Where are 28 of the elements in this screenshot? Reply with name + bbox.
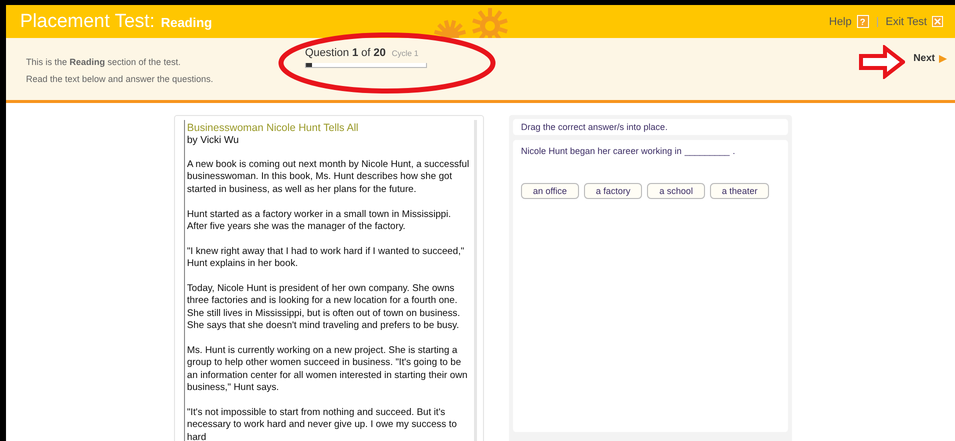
question-text: Nicole Hunt began her career working in [521, 146, 682, 156]
answer-chip[interactable]: a factory [584, 183, 642, 199]
help-link[interactable]: Help [829, 16, 852, 28]
close-icon[interactable] [932, 16, 943, 27]
test-title: Placement Test: [20, 10, 155, 32]
answer-chip[interactable]: an office [521, 183, 579, 199]
answer-chip[interactable]: a school [647, 183, 705, 199]
section-title: Reading [160, 14, 212, 30]
instruction-text: This is the Reading section of the test. [26, 57, 182, 68]
passage-paragraph: Ms. Hunt is currently working on a new project. She is starting a group to help other women succeed in business. "It's going to be an information center for all women interested in starting their own business," Hunt says. [187, 345, 468, 395]
annotation-arrow [859, 45, 906, 79]
drag-instruction: Drag the correct answer/s into place. [521, 122, 668, 132]
exit-test-link[interactable]: Exit Test [886, 16, 927, 28]
next-button[interactable]: Next [913, 53, 947, 64]
cycle-label: Cycle 1 [392, 49, 418, 58]
passage-title: Businesswoman Nicole Hunt Tells All [187, 122, 360, 134]
passage-paragraph: A new book is coming out next month by Nicole Hunt, a successful businesswoman. In this book, Ms. Hunt describes how she got started in business, as well as her plans for the future. [187, 159, 470, 196]
instruction-text: Read the text below and answer the questions. [26, 74, 214, 85]
byline: by Vicki Wu [187, 134, 240, 147]
passage-paragraph: "It's not impossible to start from nothing and succeed. But it's necessary to work hard and never give up. I owe my success to hard [187, 407, 458, 441]
passage-paragraph: Today, Nicole Hunt is president of her own company. She owns three factories and is looking for a new location for a fourth one. She still lives in Mississippi, but is often out of town on business. She says that she doesn't mind traveling and prefers to be busy. [187, 283, 462, 333]
answer-chip[interactable]: a theater [710, 183, 770, 199]
passage-paragraph: Hunt started as a factory worker in a small town in Mississippi. After five years she was the manager of the factory. [187, 208, 452, 234]
question-counter: Question 1 of 20 [305, 47, 386, 59]
period: . [732, 146, 736, 156]
play-icon [939, 54, 947, 62]
answer-blank[interactable]: _________ [684, 146, 730, 156]
passage-paragraph: "I knew right away that I had to work hard if I wanted to succeed," Hunt explains in her book. [187, 246, 466, 271]
